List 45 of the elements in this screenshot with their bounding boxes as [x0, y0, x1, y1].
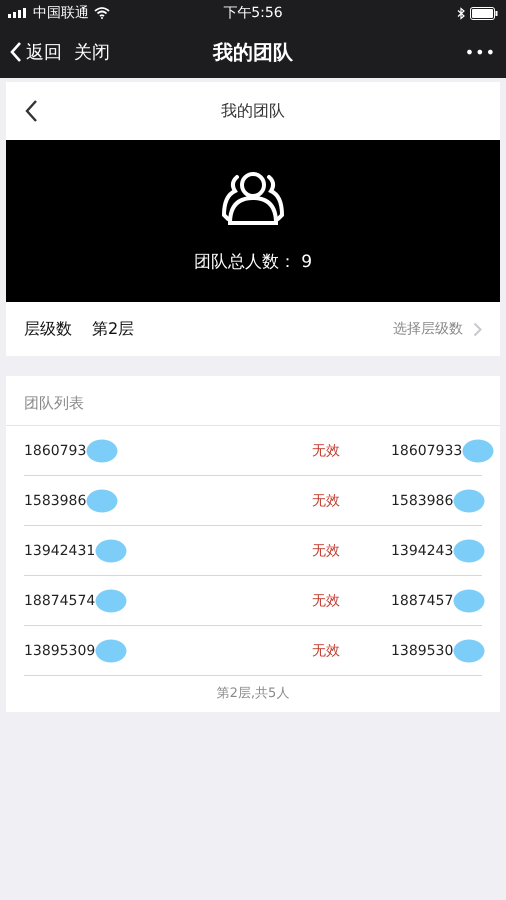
- member-status: 无效: [312, 642, 341, 660]
- page-title: 我的团队: [221, 100, 285, 122]
- list-summary: 第2层,共5人: [216, 685, 290, 703]
- redaction-mark: [462, 438, 494, 462]
- member-phone: 1860793: [24, 442, 86, 458]
- bluetooth-icon: [457, 6, 465, 20]
- member-status: 无效: [312, 542, 341, 560]
- member-phone: 1583986: [24, 492, 86, 508]
- close-button[interactable]: 关闭: [74, 40, 110, 64]
- team-total: 团队总人数： 9: [194, 250, 312, 272]
- signal-icon: [8, 8, 28, 18]
- referrer-phone: 1394243: [391, 542, 454, 558]
- clock-time: 下午5:56: [223, 4, 283, 22]
- team-icon: [220, 170, 286, 226]
- redaction-mark: [86, 438, 118, 462]
- select-level-button[interactable]: 选择层级数: [393, 320, 463, 338]
- referrer-phone: 18607933: [391, 442, 462, 458]
- section-title: 团队列表: [6, 376, 500, 426]
- member-phone: 13942431: [24, 542, 96, 558]
- referrer-phone: 1583986: [391, 492, 454, 508]
- carrier-name: 中国联通: [33, 4, 89, 22]
- window-title: 我的团队: [213, 38, 293, 66]
- level-label: 层级数: [24, 318, 72, 340]
- redaction-mark: [95, 538, 128, 562]
- back-icon[interactable]: [24, 99, 38, 123]
- more-button[interactable]: •••: [464, 42, 496, 62]
- battery-icon: [470, 6, 498, 20]
- redaction-mark: [453, 588, 486, 612]
- referrer-phone: 1887457: [391, 592, 454, 608]
- redaction-mark: [95, 588, 128, 612]
- redaction-mark: [453, 538, 486, 562]
- member-status: 无效: [312, 592, 341, 610]
- member-phone: 18874574: [24, 592, 96, 608]
- redaction-mark: [95, 638, 128, 662]
- referrer-phone: 1389530: [391, 642, 454, 658]
- redaction-mark: [453, 638, 486, 662]
- redaction-mark: [453, 488, 486, 512]
- member-status: 无效: [312, 442, 341, 460]
- member-status: 无效: [312, 492, 341, 510]
- redaction-mark: [86, 488, 118, 512]
- level-value: 第2层: [92, 318, 134, 340]
- member-phone: 13895309: [24, 642, 96, 658]
- back-button[interactable]: 返回: [10, 40, 62, 64]
- wifi-icon: [94, 7, 110, 19]
- chevron-icon: [473, 322, 482, 336]
